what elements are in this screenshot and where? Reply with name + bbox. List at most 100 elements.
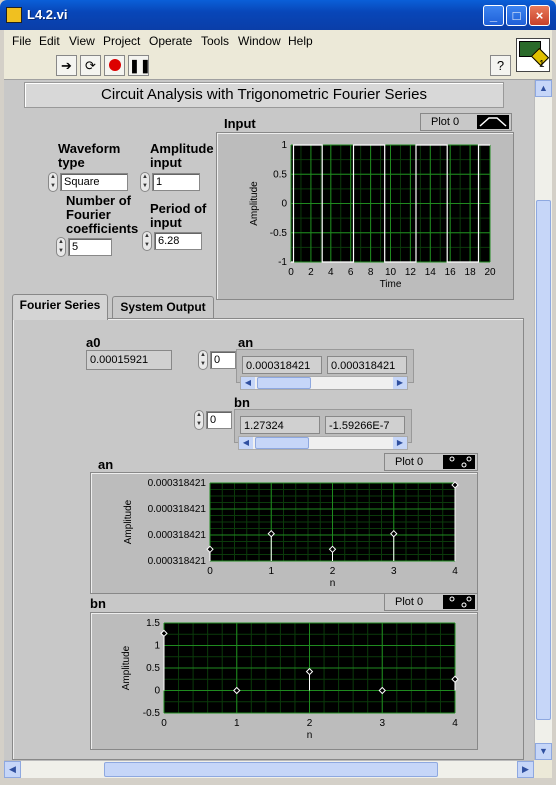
- horizontal-scroll-thumb[interactable]: [104, 762, 438, 777]
- an-scroll-left-icon[interactable]: ◀: [241, 377, 255, 389]
- scroll-down-icon[interactable]: ▼: [535, 743, 552, 760]
- y-tick-label: -0.5: [270, 228, 288, 239]
- panel-title: Circuit Analysis with Trigonometric Four…: [24, 82, 504, 108]
- bn-index-stepper[interactable]: ▲ ▼: [194, 410, 204, 430]
- window-titlebar[interactable]: L4.2.vi _ □ ×: [0, 0, 556, 30]
- y-axis-label: Amplitude: [123, 499, 134, 544]
- an-scroll-right-icon[interactable]: ▶: [393, 377, 407, 389]
- bn-element-0: 1.27324: [240, 416, 320, 434]
- an-scroll-thumb[interactable]: [257, 377, 311, 389]
- an-index-input[interactable]: 0: [210, 351, 236, 369]
- input-plot-legend[interactable]: Plot 0: [420, 113, 512, 131]
- a0-indicator: 0.00015921: [86, 350, 172, 370]
- vi-icon-label: 1: [539, 59, 545, 70]
- menu-tools[interactable]: Tools: [201, 34, 229, 48]
- num-coefficients-input[interactable]: 5: [68, 238, 112, 256]
- an-array-label: an: [238, 335, 254, 350]
- bn-scroll-left-icon[interactable]: ◀: [239, 437, 253, 449]
- x-axis-label: n: [330, 578, 336, 589]
- waveform-type-value[interactable]: Square: [60, 173, 128, 191]
- bn-array-label: bn: [234, 395, 250, 410]
- waveform-type-stepper[interactable]: ▲ ▼: [48, 172, 58, 192]
- bn-plot-legend[interactable]: Plot 0: [384, 593, 478, 611]
- num-coefficients-label: Number of Fourier coefficients: [66, 193, 139, 236]
- x-axis-label: Time: [380, 279, 402, 290]
- x-tick-label: 8: [368, 267, 374, 278]
- bn-scroll-thumb[interactable]: [255, 437, 309, 449]
- bn-scroll-right-icon[interactable]: ▶: [393, 437, 407, 449]
- y-tick-label: 1: [154, 641, 160, 652]
- vertical-scroll-thumb[interactable]: [536, 200, 551, 720]
- menu-view[interactable]: View: [69, 34, 95, 48]
- x-tick-label: 18: [465, 267, 477, 278]
- scroll-up-icon[interactable]: ▲: [535, 80, 552, 97]
- menu-edit[interactable]: Edit: [39, 34, 60, 48]
- amplitude-stepper[interactable]: ▲ ▼: [140, 172, 150, 192]
- x-tick-label: 3: [379, 718, 385, 729]
- bn-index-input[interactable]: 0: [206, 411, 232, 429]
- x-tick-label: 3: [391, 566, 397, 577]
- y-tick-label: -1: [278, 257, 287, 268]
- x-tick-label: 0: [161, 718, 167, 729]
- y-tick-label: 0.5: [273, 169, 287, 180]
- run-arrow-icon[interactable]: ➔: [56, 55, 77, 76]
- input-graph-canvas: 0 2 4 6 8 10 12 14 16 18 20 1 0.5 0 -0.5 -1 Time Amplitud…: [249, 140, 496, 290]
- bn-graph: 0 1 2 3 4 1.5 1 0.5 0 -0.5 n Amplitude: [90, 612, 478, 750]
- menu-bar: File Edit View Project Operate Tools Win…: [4, 30, 552, 52]
- tab-fourier-series[interactable]: Fourier Series: [12, 294, 108, 320]
- vertical-scrollbar[interactable]: ▲ ▼: [534, 80, 552, 760]
- an-graph-title: an: [98, 457, 114, 472]
- abort-icon[interactable]: [104, 55, 125, 76]
- x-tick-label: 16: [445, 267, 457, 278]
- num-coefficients-stepper[interactable]: ▲ ▼: [56, 237, 66, 257]
- an-plot-legend-label: Plot 0: [395, 456, 424, 468]
- menu-window[interactable]: Window: [238, 34, 281, 48]
- input-graph-title: Input: [224, 116, 256, 131]
- vi-icon: 1: [516, 38, 550, 72]
- y-axis-label: Amplitude: [121, 645, 132, 690]
- an-element-0: 0.000318421: [242, 356, 322, 374]
- bn-plot-legend-label: Plot 0: [395, 596, 424, 608]
- an-index-stepper[interactable]: ▲ ▼: [198, 350, 208, 370]
- x-tick-label: 0: [288, 267, 294, 278]
- scroll-right-icon[interactable]: ▶: [517, 761, 534, 778]
- amplitude-input[interactable]: 1: [152, 173, 200, 191]
- period-input[interactable]: 6.28: [154, 232, 202, 250]
- y-tick-label: 0: [281, 199, 287, 210]
- x-tick-label: 4: [452, 718, 458, 729]
- a0-label: a0: [86, 335, 101, 350]
- an-plot-legend[interactable]: Plot 0: [384, 453, 478, 471]
- an-graph-canvas: 0 1 2 3 4 0.000318421 0.000318421 0.000318421 0.…: [123, 478, 459, 589]
- menu-operate[interactable]: Operate: [149, 34, 192, 48]
- maximize-icon[interactable]: □: [506, 5, 527, 26]
- x-tick-label: 2: [307, 718, 313, 729]
- x-tick-label: 1: [234, 718, 240, 729]
- x-tick-label: 2: [330, 566, 336, 577]
- close-icon[interactable]: ×: [529, 5, 550, 26]
- an-legend-points-icon: [443, 455, 475, 469]
- period-label: Period of input: [150, 201, 207, 230]
- bn-array-scrollbar[interactable]: ◀ ▶: [238, 436, 408, 450]
- x-tick-label: 20: [484, 267, 496, 278]
- period-stepper[interactable]: ▲ ▼: [142, 231, 152, 251]
- y-tick-label: 1: [281, 140, 287, 151]
- pause-icon[interactable]: ❚❚: [128, 55, 151, 76]
- context-help-icon[interactable]: ?: [490, 55, 511, 76]
- an-array-scrollbar[interactable]: ◀ ▶: [240, 376, 408, 390]
- toolbar: ➔ ⟳ ❚❚ ?: [4, 52, 552, 80]
- waveform-type-label: Waveform type: [58, 141, 121, 170]
- x-tick-label: 10: [385, 267, 397, 278]
- x-tick-label: 4: [452, 566, 458, 577]
- minimize-icon[interactable]: _: [483, 5, 504, 26]
- tab-system-output[interactable]: System Output: [112, 296, 214, 318]
- scroll-left-icon[interactable]: ◀: [4, 761, 21, 778]
- menu-project[interactable]: Project: [103, 34, 140, 48]
- menu-file[interactable]: File: [12, 34, 31, 48]
- y-tick-label: 0.5: [146, 663, 160, 674]
- run-continuously-icon[interactable]: ⟳: [80, 55, 101, 76]
- y-tick-label: 0.000318421: [148, 504, 207, 515]
- bn-element-1: -1.59266E-7: [325, 416, 405, 434]
- an-graph: 0 1 2 3 4 0.000318421 0.000318421 0.000318421 0.…: [90, 472, 478, 594]
- menu-help[interactable]: Help: [288, 34, 313, 48]
- horizontal-scrollbar[interactable]: ◀ ▶: [4, 760, 534, 778]
